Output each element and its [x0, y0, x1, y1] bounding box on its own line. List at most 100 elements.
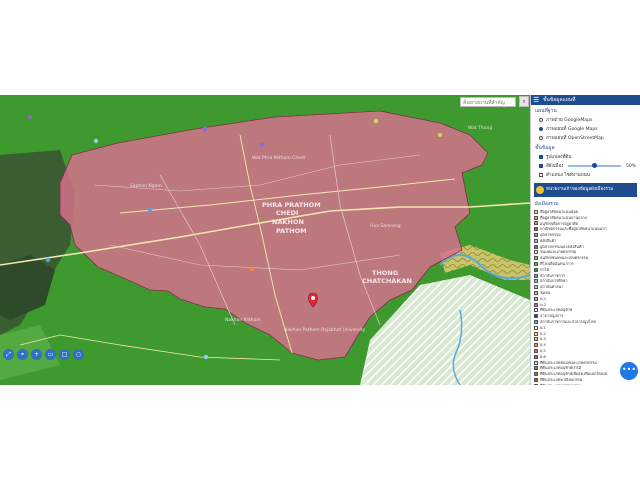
poi-dot[interactable] [203, 354, 209, 360]
legend-swatch [534, 267, 538, 272]
poi-dot[interactable] [147, 207, 153, 213]
basemap-label: ภาพแผนที่ OpenStreetMap [546, 135, 604, 141]
legend-swatch [534, 209, 538, 214]
district-label: CHEDI [276, 209, 298, 217]
legend-swatch [534, 383, 538, 385]
circle-icon[interactable]: ○ [73, 349, 84, 360]
map-app: PHRA PRATHOM CHEDI NAKHON PATHOM THONG C… [0, 95, 640, 385]
slider-knob[interactable] [592, 163, 598, 168]
legend-swatch [534, 291, 538, 296]
agency-logo-icon [536, 186, 544, 194]
legend-list: ที่อยู่อาศัยหนาแน่นน้อย ที่อยู่อาศัยหนาแน… [531, 209, 640, 385]
plus-icon[interactable]: + [31, 349, 42, 360]
district-label: PATHOM [276, 227, 307, 235]
poi-dot[interactable] [28, 115, 32, 119]
panel-title: ชั้นข้อมูลแผนที่ [543, 97, 576, 103]
more-icon: ••• [621, 365, 637, 374]
search-input[interactable]: ค้นหาสถานที่สำคัญ [460, 97, 516, 107]
legend-swatch [534, 279, 538, 284]
layer-label: ตำแหน่ง ไซท์งานถนน [546, 172, 590, 178]
layer-toggle-roadworks[interactable]: ตำแหน่ง ไซท์งานถนน [531, 170, 640, 179]
district-label: THONG [372, 269, 398, 277]
poi-dot[interactable] [438, 133, 442, 137]
checkbox-icon[interactable] [539, 155, 543, 159]
poi-label: Nakhon Pathom Rajabhat University [284, 327, 366, 333]
poi-label: Wat Thong [468, 125, 492, 131]
layer-label: รูปแปลงที่ดิน [546, 154, 572, 160]
basemap-title: แผนที่ฐาน [535, 108, 557, 114]
legend-item: ที่ดินประเภทอุตสาหกรรม [534, 383, 637, 385]
legend-swatch [534, 331, 538, 336]
legend-swatch [534, 378, 538, 382]
opacity-slider[interactable] [568, 163, 621, 168]
poi-dot[interactable] [202, 126, 208, 132]
layer-panel: ☰ ชั้นข้อมูลแผนที่ แผนที่ฐาน ภาพถ่าย Goo… [530, 95, 640, 385]
poi-label: Wat Phra Pathom Chedi [252, 155, 305, 161]
square-icon[interactable]: □ [59, 349, 70, 360]
legend-swatch [534, 320, 538, 325]
legend-swatch [534, 372, 538, 377]
basemap-option-satellite[interactable]: ภาพถ่าย GoogleMaps [531, 115, 640, 124]
radio-icon[interactable] [539, 136, 543, 140]
more-button[interactable]: ••• [620, 362, 638, 380]
layers-icon: ☰ [533, 96, 540, 104]
layers-title: ชั้นข้อมูล [535, 145, 555, 151]
legend-swatch [534, 349, 538, 354]
legend-title: ผังเมืองรวม [535, 202, 559, 207]
legend-swatch [534, 244, 538, 249]
agency-banner[interactable]: หน่วยงานเจ้าของข้อมูลผังเมืองรวม [534, 183, 637, 197]
district-label: NAKHON [272, 218, 304, 226]
legend-swatch [534, 238, 538, 243]
checkbox-icon[interactable] [539, 164, 543, 168]
poi-dot[interactable] [259, 142, 265, 148]
legend-swatch [534, 233, 538, 238]
legend-swatch [534, 360, 538, 365]
legend-swatch [534, 296, 538, 301]
legend-swatch [534, 256, 538, 261]
basemap-label: ภาพแผนที่ Google Maps [546, 126, 598, 132]
expand-icon[interactable]: ⤢ [3, 349, 14, 360]
legend-swatch [534, 314, 538, 319]
opacity-value: 50% [625, 163, 636, 169]
legend-swatch [534, 302, 538, 307]
legend-label: สถาบันราชการและสาธารณูปโภค [540, 319, 596, 325]
radio-icon[interactable] [539, 118, 543, 122]
agency-label: หน่วยงานเจ้าของข้อมูลผังเมืองรวม [546, 187, 614, 192]
district-label: CHATCHAKAN [362, 277, 412, 285]
poi-dot[interactable] [249, 266, 255, 272]
layer-toggle-parcels[interactable]: รูปแปลงที่ดิน [531, 152, 640, 161]
legend-label: ที่ดินประเภทอุตสาหกรรม [540, 383, 581, 385]
panel-header[interactable]: ☰ ชั้นข้อมูลแผนที่ [531, 95, 640, 105]
legend-swatch [534, 366, 538, 371]
legend-swatch [534, 215, 538, 220]
basemap-option-osm[interactable]: ภาพแผนที่ OpenStreetMap [531, 133, 640, 142]
legend-swatch [534, 343, 538, 348]
basemap-option-google[interactable]: ภาพแผนที่ Google Maps [531, 124, 640, 133]
poi-label: Hua Samrong [370, 223, 401, 229]
checkbox-icon[interactable] [539, 173, 543, 177]
legend-swatch [534, 354, 538, 359]
legend-swatch [534, 227, 538, 232]
poi-dot[interactable] [93, 138, 99, 144]
legend-swatch [534, 308, 538, 313]
layer-label: สีผังเมือง [546, 163, 564, 169]
poi-dot[interactable] [373, 118, 379, 124]
poi-label: Nakhon Pathom [225, 317, 261, 323]
map-canvas[interactable]: PHRA PRATHOM CHEDI NAKHON PATHOM THONG C… [0, 95, 530, 385]
legend-swatch [534, 285, 538, 290]
radio-icon[interactable] [539, 127, 543, 131]
legend-swatch [534, 273, 538, 278]
search-button[interactable]: ⌕ [519, 96, 529, 107]
legend-swatch [534, 325, 538, 330]
poi-dot[interactable] [45, 257, 51, 263]
map-toolbar: ⤢ ⌖ + ▭ □ ○ [3, 349, 93, 360]
ruler-icon[interactable]: ▭ [45, 349, 56, 360]
layer-toggle-zoning[interactable]: สีผังเมือง 50% [531, 161, 640, 170]
district-label: PHRA PRATHOM [262, 201, 321, 209]
legend-swatch [534, 337, 538, 342]
search-icon: ⌕ [522, 98, 526, 105]
pin-icon[interactable]: ⌖ [17, 349, 28, 360]
poi-label: Saphan Ngam [130, 183, 162, 189]
legend-swatch [534, 221, 538, 226]
legend-swatch [534, 250, 538, 255]
